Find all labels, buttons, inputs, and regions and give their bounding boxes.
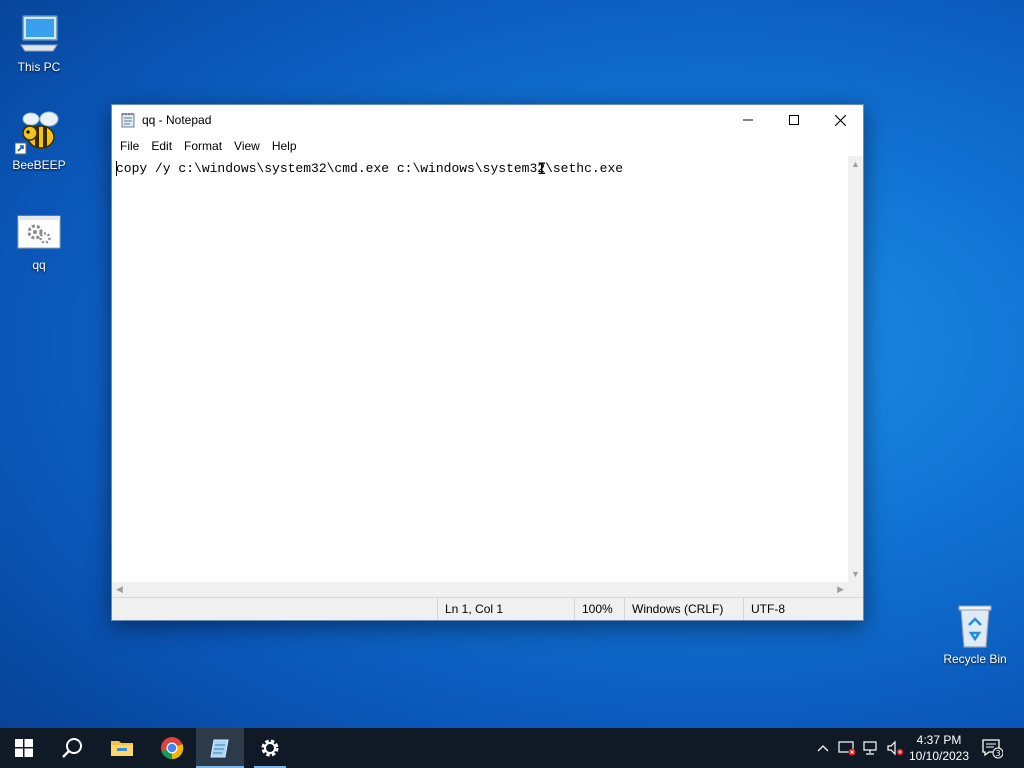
- taskbar: 4:37 PM 10/10/2023 3: [0, 728, 1024, 768]
- desktop-icon-label: Recycle Bin: [943, 652, 1007, 666]
- chrome-button[interactable]: [148, 728, 196, 768]
- status-zoom: 100%: [574, 598, 624, 620]
- notepad-icon: [120, 112, 136, 128]
- action-center-button[interactable]: 3: [968, 728, 1016, 768]
- menu-file[interactable]: File: [115, 137, 146, 155]
- close-button[interactable]: [817, 105, 863, 135]
- clock-time: 4:37 PM: [916, 733, 962, 747]
- system-clock[interactable]: 4:37 PM 10/10/2023: [904, 732, 974, 764]
- computer-icon: [15, 10, 63, 58]
- menu-bar: File Edit Format View Help: [112, 135, 863, 156]
- notification-count: 3: [995, 749, 1000, 758]
- status-position: Ln 1, Col 1: [437, 598, 569, 620]
- title-bar[interactable]: qq - Notepad: [112, 105, 863, 135]
- status-bar: Ln 1, Col 1 100% Windows (CRLF) UTF-8: [112, 597, 863, 620]
- recycle-bin-icon: [951, 602, 999, 650]
- search-button[interactable]: [48, 728, 96, 768]
- chevron-up-icon: [817, 745, 829, 752]
- tray-security-icon[interactable]: [837, 738, 857, 758]
- desktop-icon-qq[interactable]: qq: [1, 208, 77, 272]
- desktop-icon-recycle-bin[interactable]: Recycle Bin: [937, 602, 1013, 666]
- network-icon: [863, 741, 877, 755]
- security-alert-icon: [838, 741, 856, 756]
- status-line-ending: Windows (CRLF): [624, 598, 742, 620]
- maximize-button[interactable]: [771, 105, 817, 135]
- scrollbar-corner: [848, 582, 863, 598]
- notepad-window: qq - Notepad File Edit Format View Help …: [111, 104, 864, 621]
- text-caret: [116, 161, 117, 176]
- settings-taskbar-button[interactable]: [246, 728, 294, 768]
- start-button[interactable]: [0, 728, 48, 768]
- menu-help[interactable]: Help: [267, 137, 304, 155]
- file-explorer-icon: [111, 741, 133, 756]
- text-editor[interactable]: copy /y c:\windows\system32\cmd.exe c:\w…: [112, 156, 848, 582]
- scroll-down-icon[interactable]: ▼: [851, 569, 860, 579]
- minimize-icon: [743, 119, 753, 121]
- status-encoding: UTF-8: [743, 598, 849, 620]
- scroll-up-icon[interactable]: ▲: [851, 159, 860, 169]
- clock-date: 10/10/2023: [908, 749, 970, 763]
- desktop-icon-label: BeeBEEP: [12, 158, 66, 172]
- tray-network-icon[interactable]: [861, 738, 881, 758]
- start-icon: [15, 739, 33, 757]
- file-explorer-button[interactable]: [98, 728, 146, 768]
- window-title: qq - Notepad: [142, 113, 212, 127]
- minimize-button[interactable]: [725, 105, 771, 135]
- editor-content[interactable]: copy /y c:\windows\system32\cmd.exe c:\w…: [116, 161, 623, 176]
- search-icon: [62, 738, 82, 758]
- desktop-icon-label: This PC: [17, 60, 61, 74]
- notification-icon: 3: [982, 739, 1003, 759]
- show-hidden-icons-button[interactable]: [813, 738, 833, 758]
- volume-muted-icon: [887, 740, 904, 756]
- notepad-icon: [210, 739, 229, 758]
- settings-icon: [261, 739, 279, 757]
- settings-file-icon: [15, 208, 63, 256]
- close-icon: [834, 114, 846, 126]
- scroll-left-icon[interactable]: ◀: [116, 584, 123, 595]
- chrome-icon: [161, 737, 184, 760]
- menu-edit[interactable]: Edit: [146, 137, 179, 155]
- desktop-icon-this-pc[interactable]: This PC: [1, 10, 77, 74]
- bee-icon: [15, 108, 63, 156]
- desktop-icon-label: qq: [32, 258, 46, 272]
- maximize-icon: [789, 115, 799, 125]
- menu-view[interactable]: View: [229, 137, 267, 155]
- notepad-taskbar-button[interactable]: [196, 728, 244, 768]
- scroll-right-icon[interactable]: ▶: [837, 584, 844, 595]
- vertical-scrollbar[interactable]: ▲ ▼: [848, 156, 863, 582]
- ibeam-cursor-icon: I: [537, 159, 547, 178]
- desktop-icon-beebeep[interactable]: BeeBEEP: [1, 108, 77, 172]
- tray-volume-icon[interactable]: [885, 738, 905, 758]
- menu-format[interactable]: Format: [179, 137, 229, 155]
- horizontal-scrollbar[interactable]: ◀ ▶: [112, 582, 848, 598]
